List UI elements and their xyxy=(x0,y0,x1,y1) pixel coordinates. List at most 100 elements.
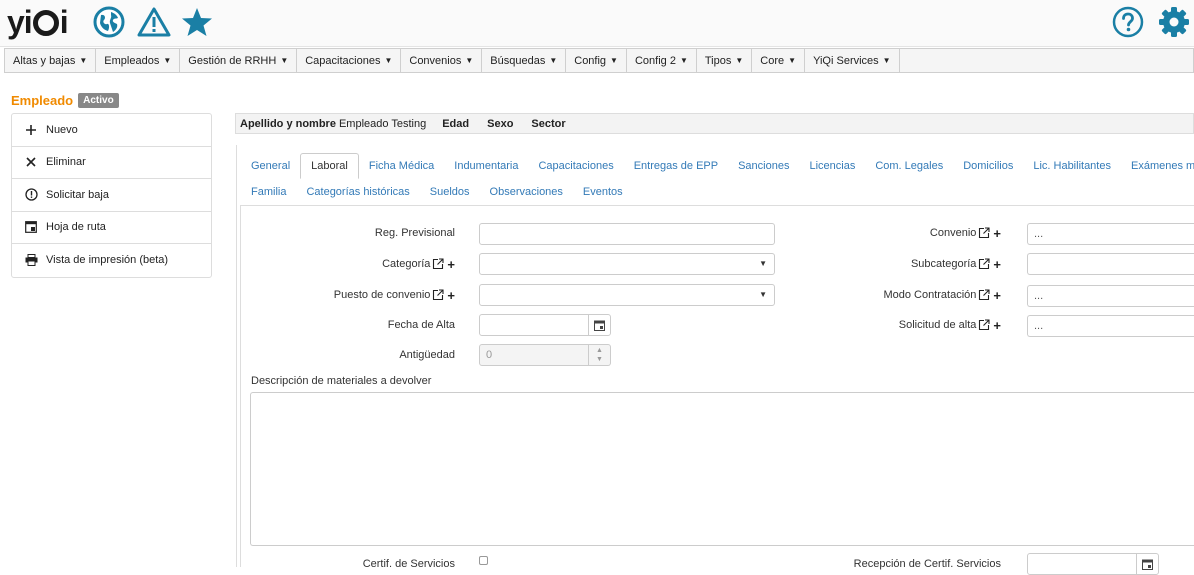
tab-entregas-epp[interactable]: Entregas de EPP xyxy=(624,153,728,179)
descripcion-textarea[interactable] xyxy=(250,392,1194,546)
puesto-convenio-select[interactable]: ▼ xyxy=(479,284,775,306)
add-plus-icon[interactable]: + xyxy=(447,257,455,272)
sex-label: Sexo xyxy=(487,117,514,130)
action-solicitar-baja[interactable]: Solicitar baja xyxy=(12,179,211,212)
laboral-form: Reg. Previsional Categoría + ▼ Puesto de… xyxy=(240,205,1194,575)
menu-empleados[interactable]: Empleados ▼ xyxy=(96,49,181,72)
alert-circle-icon xyxy=(24,188,38,202)
tab-row-1: General Laboral Ficha Médica Indumentari… xyxy=(241,153,1194,179)
convenio-input[interactable]: ... xyxy=(1027,223,1194,245)
tab-examenes-medicos[interactable]: Exámenes médicos xyxy=(1121,153,1194,179)
puesto-convenio-label: Puesto de convenio + xyxy=(333,287,455,303)
route-sheet-icon xyxy=(24,220,38,234)
certif-servicios-checkbox[interactable] xyxy=(479,556,488,565)
caret-down-icon: ▼ xyxy=(163,56,172,65)
categoria-select[interactable]: ▼ xyxy=(479,253,775,275)
tab-capacitaciones[interactable]: Capacitaciones xyxy=(528,153,623,179)
antiguedad-stepper[interactable]: ▲ ▼ xyxy=(589,344,611,366)
stepper-down-icon[interactable]: ▼ xyxy=(596,355,603,364)
page-title: Empleado xyxy=(11,93,74,108)
tab-familia[interactable]: Familia xyxy=(241,179,296,205)
menu-core[interactable]: Core ▼ xyxy=(752,49,806,72)
menu-config-2[interactable]: Config 2 ▼ xyxy=(627,49,697,72)
tab-sanciones[interactable]: Sanciones xyxy=(728,153,799,179)
add-plus-icon[interactable]: + xyxy=(993,226,1001,241)
action-list: Nuevo Eliminar Solicitar baja Hoja de ru… xyxy=(11,113,212,278)
action-eliminar[interactable]: Eliminar xyxy=(12,147,211,179)
tab-lic-habilitantes[interactable]: Lic. Habilitantes xyxy=(1023,153,1121,179)
fecha-alta-label: Fecha de Alta xyxy=(387,319,455,331)
add-plus-icon[interactable]: + xyxy=(993,318,1001,333)
logo-q-ring xyxy=(32,10,59,36)
tab-com-legales[interactable]: Com. Legales xyxy=(865,153,953,179)
tab-sueldos[interactable]: Sueldos xyxy=(420,179,480,205)
caret-down-icon: ▼ xyxy=(882,56,891,65)
antiguedad-input[interactable]: 0 xyxy=(479,344,589,366)
solicitud-alta-label: Solicitud de alta + xyxy=(898,317,1001,333)
caret-down-icon: ▼ xyxy=(759,259,767,268)
employee-header: Empleado Activo xyxy=(11,93,119,108)
tab-domicilios[interactable]: Domicilios xyxy=(953,153,1023,179)
external-link-icon[interactable] xyxy=(978,319,990,331)
tab-general[interactable]: General xyxy=(241,153,300,179)
external-link-icon[interactable] xyxy=(978,227,990,239)
tab-laboral[interactable]: Laboral xyxy=(300,153,359,179)
external-link-icon[interactable] xyxy=(978,289,990,301)
caret-down-icon: ▼ xyxy=(610,56,618,65)
modo-contratacion-input[interactable]: ... xyxy=(1027,285,1194,307)
status-badge: Activo xyxy=(78,93,119,108)
tab-licencias[interactable]: Licencias xyxy=(799,153,865,179)
plus-icon xyxy=(24,123,38,137)
menu-config[interactable]: Config ▼ xyxy=(566,49,627,72)
menu-gestion-rrhh[interactable]: Gestión de RRHH ▼ xyxy=(180,49,298,72)
tab-row-2: Familia Categorías históricas Sueldos Ob… xyxy=(241,179,633,205)
recepcion-certif-input[interactable] xyxy=(1027,553,1137,575)
tab-categorias-historicas[interactable]: Categorías históricas xyxy=(296,179,419,205)
caret-down-icon: ▼ xyxy=(79,56,88,65)
solicitud-alta-input[interactable]: ... xyxy=(1027,315,1194,337)
subcategoria-input[interactable] xyxy=(1027,253,1194,275)
action-nuevo[interactable]: Nuevo xyxy=(12,114,211,147)
menu-convenios[interactable]: Convenios ▼ xyxy=(401,49,483,72)
globe-icon[interactable] xyxy=(92,5,126,39)
tab-ficha-medica[interactable]: Ficha Médica xyxy=(359,153,444,179)
modo-contratacion-label: Modo Contratación + xyxy=(883,287,1001,303)
caret-down-icon: ▼ xyxy=(679,56,688,65)
menu-yiqi-services[interactable]: YiQi Services ▼ xyxy=(805,49,900,72)
certif-servicios-label: Certif. de Servicios xyxy=(362,558,455,570)
caret-down-icon: ▼ xyxy=(384,56,393,65)
menu-tipos[interactable]: Tipos ▼ xyxy=(697,49,753,72)
fecha-alta-input[interactable] xyxy=(479,314,589,336)
external-link-icon[interactable] xyxy=(432,258,444,270)
sector-label: Sector xyxy=(531,117,566,130)
tab-eventos[interactable]: Eventos xyxy=(573,179,633,205)
add-plus-icon[interactable]: + xyxy=(993,288,1001,303)
yiqi-logo[interactable]: yi i xyxy=(7,4,69,40)
external-link-icon[interactable] xyxy=(432,289,444,301)
age-label: Edad xyxy=(442,117,470,130)
external-link-icon[interactable] xyxy=(978,258,990,270)
tab-indumentaria[interactable]: Indumentaria xyxy=(444,153,528,179)
antiguedad-label: Antigüedad xyxy=(399,349,455,361)
gear-icon[interactable] xyxy=(1157,5,1191,39)
help-icon[interactable] xyxy=(1111,5,1145,39)
star-icon[interactable] xyxy=(180,5,214,39)
reg-previsional-input[interactable] xyxy=(479,223,775,245)
name-value: Empleado Testing xyxy=(338,117,427,130)
tab-observaciones[interactable]: Observaciones xyxy=(480,179,573,205)
add-plus-icon[interactable]: + xyxy=(447,288,455,303)
menu-capacitaciones[interactable]: Capacitaciones ▼ xyxy=(297,49,402,72)
reg-previsional-label: Reg. Previsional xyxy=(374,227,455,239)
action-vista-impresion[interactable]: Vista de impresión (beta) xyxy=(12,244,211,277)
descripcion-label: Descripción de materiales a devolver xyxy=(251,375,432,387)
warning-icon[interactable] xyxy=(137,5,171,39)
calendar-icon[interactable] xyxy=(1136,553,1159,575)
close-icon xyxy=(24,155,38,169)
add-plus-icon[interactable]: + xyxy=(993,257,1001,272)
name-label: Apellido y nombre xyxy=(240,117,336,130)
action-hoja-de-ruta[interactable]: Hoja de ruta xyxy=(12,212,211,244)
calendar-icon[interactable] xyxy=(588,314,611,336)
menu-busquedas[interactable]: Búsquedas ▼ xyxy=(482,49,567,72)
stepper-up-icon[interactable]: ▲ xyxy=(596,346,603,355)
menu-altas-bajas[interactable]: Altas y bajas ▼ xyxy=(5,49,97,72)
